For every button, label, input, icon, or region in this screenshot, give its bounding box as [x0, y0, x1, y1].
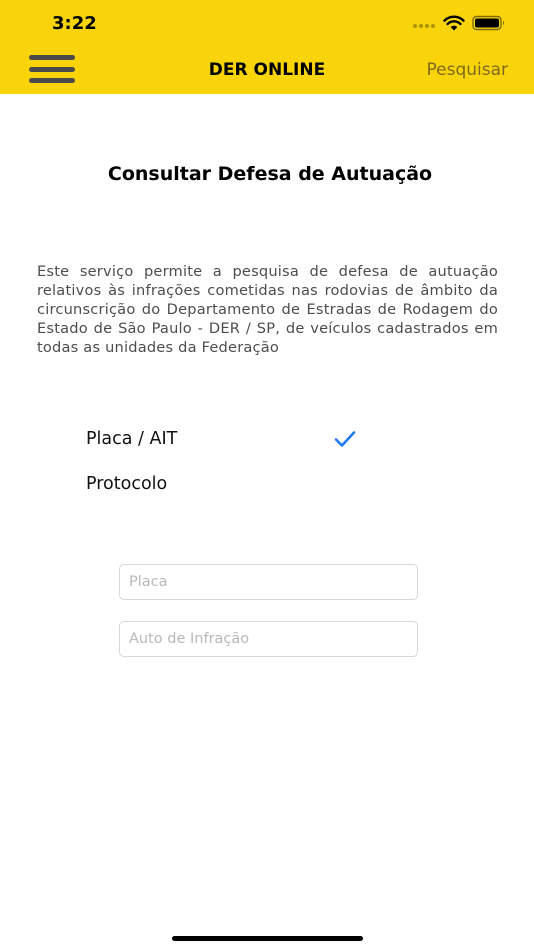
checkmark-icon	[334, 431, 356, 447]
option-label: Placa / AIT	[86, 429, 178, 449]
page-title: Consultar Defesa de Autuação	[107, 163, 433, 185]
plate-input[interactable]	[119, 564, 418, 600]
option-protocolo[interactable]: Protocolo	[86, 469, 356, 499]
wifi-icon	[443, 15, 465, 31]
service-description: Este serviço permite a pesquisa de defes…	[37, 263, 498, 356]
top-bar: 3:22 DER ONLINE Pesquisar	[0, 0, 534, 94]
search-button[interactable]: Pesquisar	[426, 60, 508, 80]
home-indicator	[172, 936, 363, 941]
status-time: 3:22	[52, 13, 97, 34]
option-label: Protocolo	[86, 474, 168, 494]
option-placa-ait[interactable]: Placa / AIT	[86, 424, 356, 454]
cellular-signal-icon	[413, 24, 435, 30]
battery-icon	[472, 15, 504, 31]
infraction-input[interactable]	[119, 621, 418, 657]
